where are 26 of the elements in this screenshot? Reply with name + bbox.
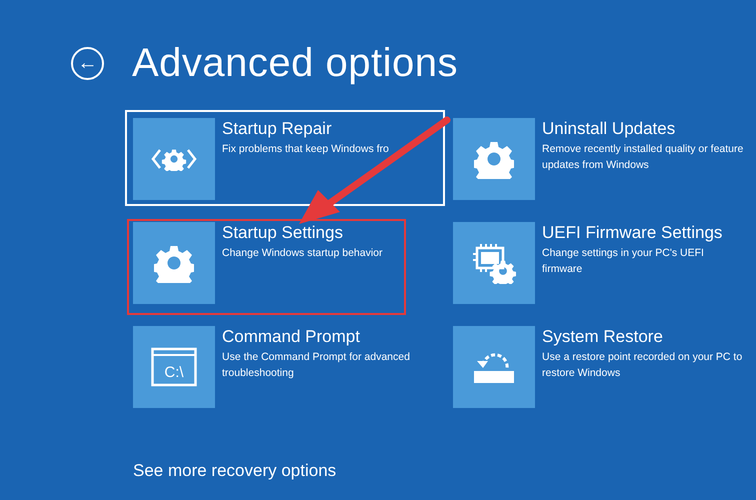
option-title: Startup Settings (222, 223, 343, 243)
gear-icon (154, 243, 194, 283)
option-title: Startup Repair (222, 119, 332, 139)
option-description: Change settings in your PC's UEFI firmware (542, 246, 705, 277)
back-button[interactable]: ← (71, 46, 104, 80)
terminal-icon: C:\ (151, 347, 197, 387)
chip-gear-icon (472, 242, 516, 284)
recovery-option-tile[interactable]: UEFI Firmware Settings Change settings in your PC's UEFI firmware (445, 214, 756, 310)
option-description: Use the Command Prompt for advanced troubleshooting (222, 350, 411, 381)
more-options-link[interactable]: See more recovery options (133, 458, 336, 484)
option-title: System Restore (542, 327, 663, 347)
recovery-option-tile[interactable]: Startup Repair Fix problems that keep Windows fro (125, 110, 445, 206)
recovery-option-tile[interactable]: System Restore Use a restore point recorded on your PC to restore Windows (445, 318, 756, 414)
recovery-option-tile[interactable]: Uninstall Updates Remove recently installed quality or feature updates from Windows (445, 110, 756, 206)
option-title: UEFI Firmware Settings (542, 223, 722, 243)
option-title: Command Prompt (222, 327, 360, 347)
recovery-option-tile[interactable]: Startup Settings Change Windows startup behavior (125, 214, 445, 310)
gear-icon (474, 139, 514, 179)
recovery-option-tile[interactable]: C:\ Command Prompt Use the Command Prompt for advanced troubleshooting (125, 318, 445, 414)
brackets-gear-icon (151, 147, 197, 171)
page-title: Advanced options (132, 40, 458, 87)
option-description: Use a restore point recorded on your PC to restore Windows (542, 350, 744, 381)
option-description: Fix problems that keep Windows fro (222, 142, 390, 157)
option-description: Change Windows startup behavior (222, 246, 384, 261)
option-description: Remove recently installed quality or feature updates from Windows (542, 142, 744, 173)
option-title: Uninstall Updates (542, 119, 676, 139)
